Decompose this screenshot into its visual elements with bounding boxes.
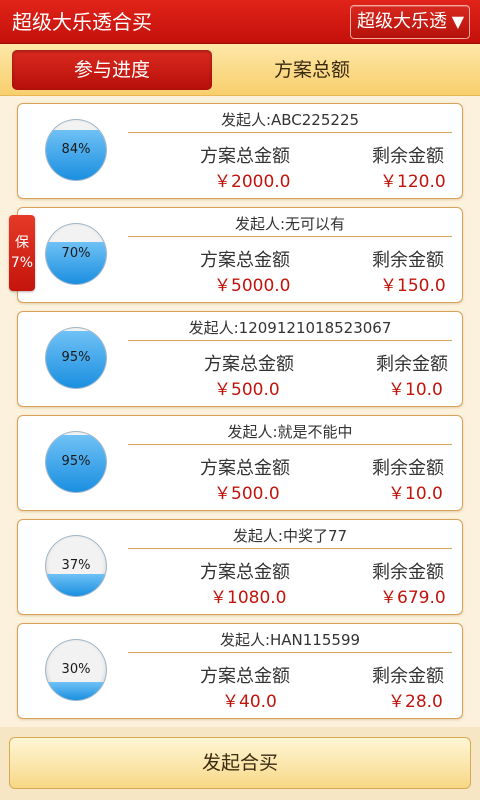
total-amount-value: ￥1080.0	[210, 588, 287, 608]
sort-tabs: 参与进度 方案总额	[0, 44, 480, 96]
lottery-type-value: 超级大乐透	[357, 11, 447, 32]
remaining-amount-value: ￥150.0	[380, 276, 446, 296]
total-amount-label: 方案总金额	[200, 146, 290, 167]
remaining-amount-label: 剩余金额	[372, 562, 444, 583]
plan-card[interactable]: 70% 发起人:无可以有 方案总金额 剩余金额 ￥5000.0 ￥150.0	[17, 207, 463, 303]
remaining-amount-value: ￥120.0	[380, 172, 446, 192]
progress-label: 70%	[61, 246, 91, 261]
progress-label: 95%	[61, 454, 91, 469]
plan-card[interactable]: 95% 发起人:就是不能中 方案总金额 剩余金额 ￥500.0 ￥10.0	[17, 415, 463, 511]
total-amount-value: ￥500.0	[214, 380, 280, 400]
guarantee-badge-percent: 7%	[10, 255, 34, 271]
progress-label: 37%	[61, 558, 91, 573]
launch-group-buy-button[interactable]: 发起合买	[9, 737, 471, 789]
footer-bar: 发起合买	[0, 727, 480, 800]
initiator-label: 发起人:就是不能中	[128, 421, 452, 445]
app-header: 超级大乐透合买 超级大乐透 ▼	[0, 0, 480, 44]
remaining-amount-value: ￥10.0	[388, 484, 443, 504]
plan-card[interactable]: 30% 发起人:HAN115599 方案总金额 剩余金额 ￥40.0 ￥28.0	[17, 623, 463, 719]
tab-total-amount[interactable]: 方案总额	[212, 50, 412, 90]
progress-label: 30%	[61, 662, 91, 677]
total-amount-label: 方案总金额	[200, 250, 290, 271]
initiator-label: 发起人:ABC225225	[128, 109, 452, 133]
plan-card[interactable]: 84% 发起人:ABC225225 方案总金额 剩余金额 ￥2000.0 ￥12…	[17, 103, 463, 199]
total-amount-value: ￥5000.0	[214, 276, 291, 296]
lottery-type-select[interactable]: 超级大乐透 ▼	[350, 5, 470, 39]
remaining-amount-value: ￥10.0	[388, 380, 443, 400]
progress-ball: 30%	[46, 640, 106, 700]
progress-label: 84%	[61, 142, 91, 157]
progress-ball: 70%	[46, 224, 106, 284]
initiator-label: 发起人:无可以有	[128, 213, 452, 237]
progress-ball: 95%	[46, 328, 106, 388]
total-amount-label: 方案总金额	[204, 354, 294, 375]
plan-card[interactable]: 37% 发起人:中奖了77 方案总金额 剩余金额 ￥1080.0 ￥679.0	[17, 519, 463, 615]
remaining-amount-value: ￥28.0	[388, 692, 443, 712]
total-amount-label: 方案总金额	[200, 666, 290, 687]
total-amount-label: 方案总金额	[200, 458, 290, 479]
total-amount-label: 方案总金额	[200, 562, 290, 583]
page-title: 超级大乐透合买	[12, 10, 152, 34]
remaining-amount-label: 剩余金额	[372, 666, 444, 687]
progress-label: 95%	[61, 350, 91, 365]
remaining-amount-label: 剩余金额	[372, 458, 444, 479]
remaining-amount-label: 剩余金额	[376, 354, 448, 375]
initiator-label: 发起人:HAN115599	[128, 629, 452, 653]
total-amount-value: ￥500.0	[214, 484, 280, 504]
plan-card[interactable]: 95% 发起人:1209121018523067 方案总金额 剩余金额 ￥500…	[17, 311, 463, 407]
progress-ball: 95%	[46, 432, 106, 492]
guarantee-badge: 保 7%	[9, 215, 35, 291]
total-amount-value: ￥2000.0	[214, 172, 291, 192]
remaining-amount-label: 剩余金额	[372, 250, 444, 271]
dropdown-arrow-icon: ▼	[451, 12, 464, 31]
guarantee-badge-label: 保	[15, 235, 29, 251]
remaining-amount-label: 剩余金额	[372, 146, 444, 167]
initiator-label: 发起人:中奖了77	[128, 525, 452, 549]
tab-progress[interactable]: 参与进度	[12, 50, 212, 90]
remaining-amount-value: ￥679.0	[380, 588, 446, 608]
progress-ball: 84%	[46, 120, 106, 180]
progress-ball: 37%	[46, 536, 106, 596]
total-amount-value: ￥40.0	[222, 692, 277, 712]
initiator-label: 发起人:1209121018523067	[128, 317, 452, 341]
